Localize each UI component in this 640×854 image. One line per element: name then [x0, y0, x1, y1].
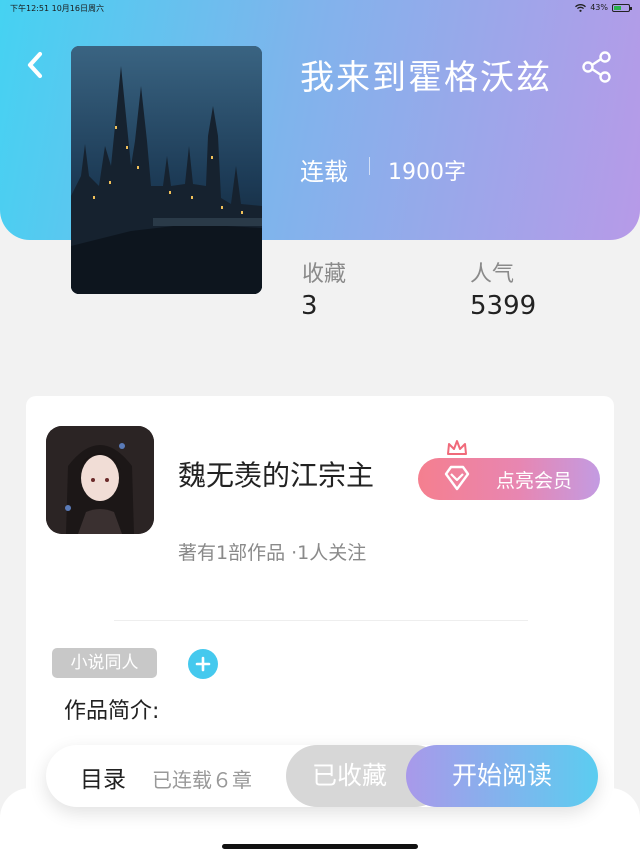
vip-button-label: 点亮会员	[495, 469, 572, 492]
word-count: 1900字	[388, 160, 466, 185]
status-bar: 下午12:51 10月16日周六 43%	[0, 0, 640, 16]
start-reading-label: 开始阅读	[451, 761, 552, 790]
share-icon	[582, 51, 611, 83]
book-title: 我来到霍格沃兹	[300, 58, 552, 98]
author-name[interactable]: 魏无羡的江宗主	[178, 454, 374, 494]
popularity-label: 人气	[470, 262, 515, 287]
plus-icon	[195, 656, 211, 672]
share-button[interactable]	[580, 50, 614, 84]
intro-label: 作品简介:	[64, 699, 160, 724]
book-cover[interactable]	[71, 46, 262, 294]
meta-divider	[369, 157, 370, 175]
popularity-value: 5399	[470, 291, 537, 321]
battery-percent: 43%	[590, 3, 608, 12]
avatar[interactable]	[46, 426, 154, 534]
home-indicator[interactable]	[222, 844, 418, 849]
castle-illustration	[71, 46, 262, 294]
collected-button-label: 已收藏	[312, 761, 388, 790]
toc-button[interactable]: 目录	[80, 760, 126, 794]
chapters-count: 已连载６章	[152, 768, 252, 792]
serial-status: 连载	[300, 158, 348, 186]
author-summary: 著有1部作品 ·1人关注	[178, 542, 367, 564]
back-button[interactable]	[20, 46, 50, 86]
collect-value: 3	[301, 291, 318, 321]
card-divider	[114, 620, 528, 621]
wifi-icon	[575, 3, 587, 12]
status-right: 43%	[575, 3, 632, 12]
add-tag-button[interactable]	[188, 649, 218, 679]
crown-icon	[447, 440, 467, 455]
avatar-illustration	[46, 426, 154, 534]
chevron-left-icon	[27, 51, 43, 79]
status-time: 下午12:51 10月16日周六	[10, 3, 104, 14]
status-time-text: 下午12:51	[10, 4, 50, 13]
status-date-text: 10月16日周六	[51, 4, 104, 13]
battery-icon	[612, 3, 632, 12]
collect-label: 收藏	[302, 262, 347, 287]
diamond-icon	[444, 465, 470, 491]
genre-tag[interactable]: 小说同人	[52, 648, 157, 678]
start-reading-button[interactable]: 开始阅读	[406, 745, 598, 807]
